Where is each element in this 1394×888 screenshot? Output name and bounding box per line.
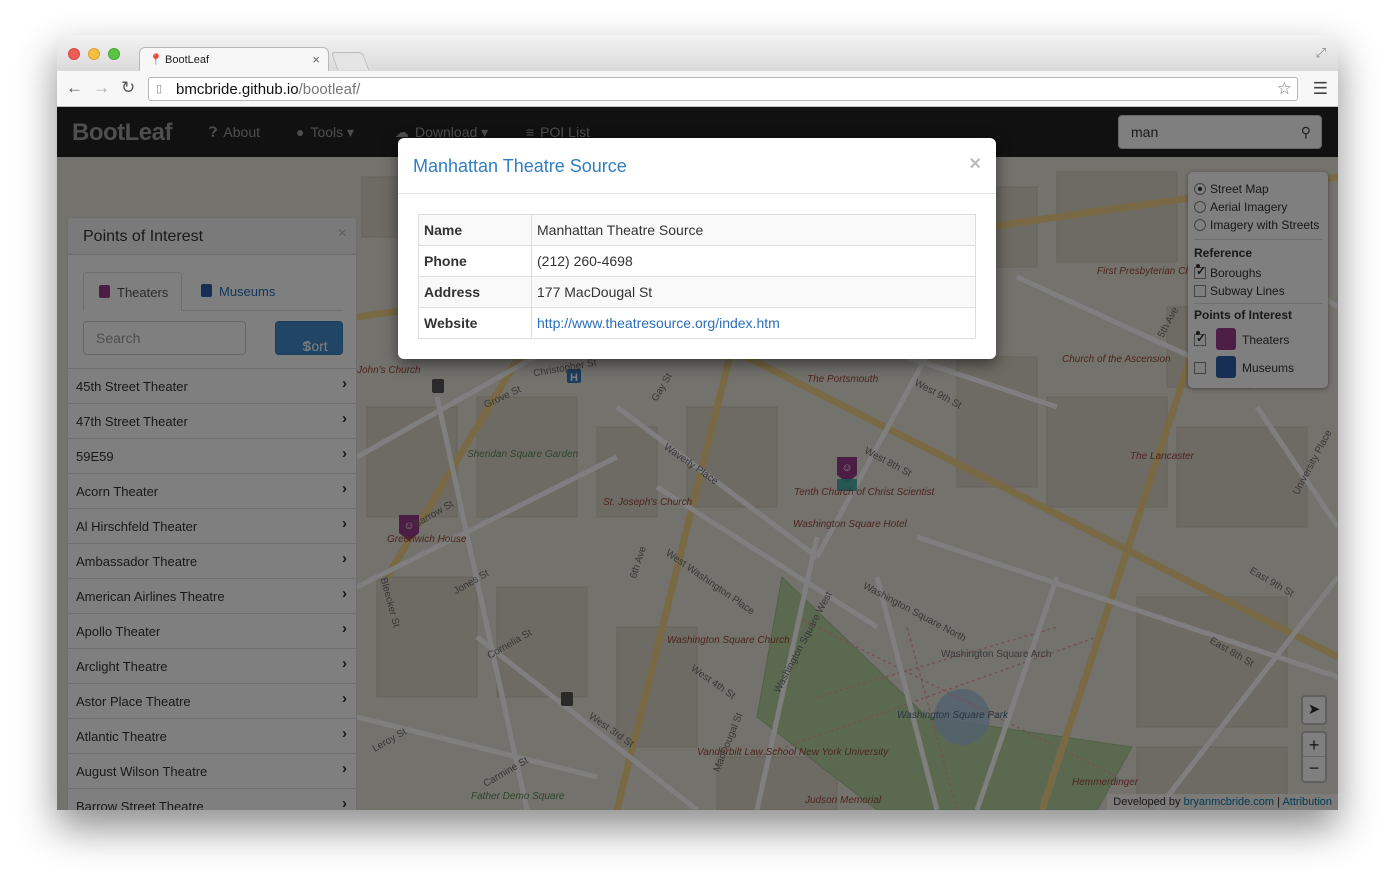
- page-icon: ▯: [156, 83, 163, 95]
- row-key: Address: [418, 276, 532, 308]
- browser-window: 📍 BootLeaf × ⤢ ← → ↻ ▯ bmcbride.github.i…: [57, 35, 1338, 810]
- back-icon[interactable]: ←: [66, 78, 83, 98]
- location-pin-icon: 📍: [149, 54, 163, 66]
- row-value: Manhattan Theatre Source: [531, 214, 976, 246]
- url-path: /bootleaf/: [298, 81, 361, 98]
- address-bar[interactable]: ▯ bmcbride.github.io/bootleaf/ ☆: [148, 77, 1298, 101]
- feature-table: Name Manhattan Theatre Source Phone (212) …: [418, 214, 976, 339]
- table-row: Phone (212) 260-4698: [418, 245, 976, 277]
- row-key: Name: [418, 214, 532, 246]
- table-row: Name Manhattan Theatre Source: [418, 214, 976, 246]
- minimize-window-button[interactable]: [88, 48, 100, 60]
- browser-toolbar: ← → ↻ ▯ bmcbride.github.io/bootleaf/ ☆ ☰: [57, 71, 1338, 107]
- row-value: 177 MacDougal St: [531, 276, 976, 308]
- browser-tab[interactable]: 📍 BootLeaf ×: [139, 47, 329, 71]
- app: BootLeaf ❓︎About ●Tools ▾ ☁Download ▾ ≡P…: [57, 107, 1338, 810]
- modal-header: Manhattan Theatre Source ×: [398, 138, 996, 194]
- table-row: Address 177 MacDougal St: [418, 276, 976, 308]
- tab-bar: 📍 BootLeaf × ⤢: [57, 35, 1338, 71]
- url-text: bmcbride.github.io/bootleaf/: [176, 81, 360, 98]
- close-icon[interactable]: ×: [969, 153, 981, 176]
- bookmark-star-icon[interactable]: ☆: [1277, 79, 1292, 99]
- close-window-button[interactable]: [68, 48, 80, 60]
- fullscreen-icon[interactable]: ⤢: [1316, 45, 1326, 61]
- url-host: bmcbride.github.io: [176, 81, 299, 98]
- reload-icon[interactable]: ↻: [121, 78, 135, 98]
- row-key: Website: [418, 307, 532, 339]
- row-value: (212) 260-4698: [531, 245, 976, 277]
- row-key: Phone: [418, 245, 532, 277]
- tab-title: BootLeaf: [165, 54, 210, 66]
- close-tab-icon[interactable]: ×: [312, 52, 320, 67]
- new-tab-button[interactable]: [330, 52, 370, 70]
- modal-title: Manhattan Theatre Source: [413, 156, 627, 176]
- forward-icon[interactable]: →: [93, 78, 110, 98]
- browser-menu-icon[interactable]: ☰: [1313, 79, 1328, 99]
- website-link[interactable]: http://www.theatresource.org/index.htm: [537, 315, 780, 331]
- row-value: http://www.theatresource.org/index.htm: [531, 307, 976, 339]
- table-row: Website http://www.theatresource.org/inde…: [418, 307, 976, 339]
- feature-modal: Manhattan Theatre Source × Name Manhattan…: [398, 138, 996, 359]
- zoom-window-button[interactable]: [108, 48, 120, 60]
